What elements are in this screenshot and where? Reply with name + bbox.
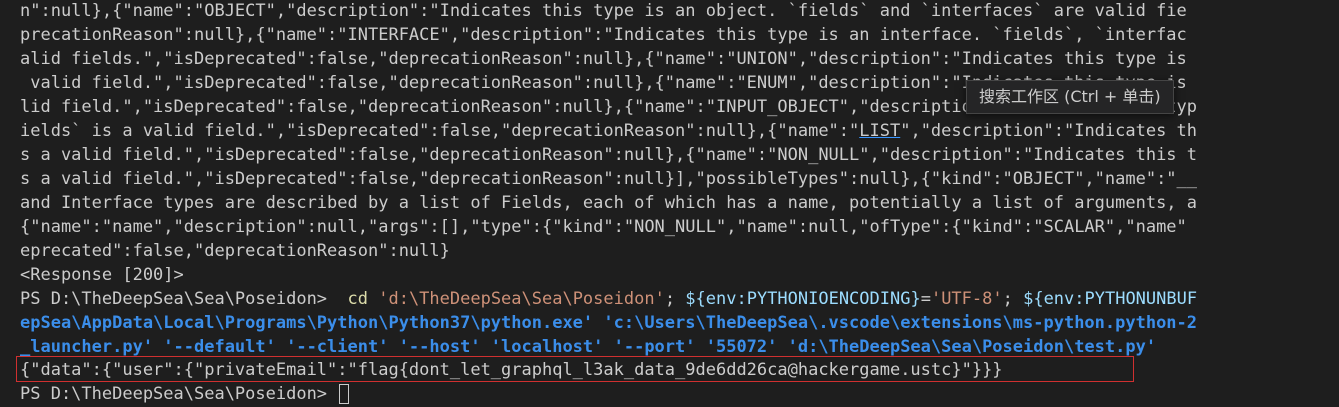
output-line: precationReason":null},{"name":"INTERFAC…	[20, 25, 1187, 45]
separator: ;	[664, 289, 686, 309]
output-line: s a valid field.","isDeprecated":false,"…	[20, 169, 1198, 189]
command-line: PS D:\TheDeepSea\Sea\Poseidon> cd 'd:\Th…	[20, 287, 1197, 311]
command-name: cd	[347, 289, 368, 309]
hovered-link-text[interactable]: LIST	[859, 121, 900, 141]
output-line: s a valid field.","isDeprecated":false,"…	[20, 145, 1198, 165]
path-argument: 'd:\TheDeepSea\Sea\Poseidon'	[368, 289, 665, 309]
terminal-panel[interactable]: n":null},{"name":"OBJECT","description":…	[0, 0, 1339, 407]
env-value: 'UTF-8'	[930, 289, 1003, 309]
output-line: ields` is a valid field.","isDeprecated"…	[20, 119, 1197, 143]
ps-prompt: PS D:\TheDeepSea\Sea\Poseidon>	[20, 289, 348, 309]
separator: ;	[1002, 289, 1024, 309]
search-workspace-tooltip: 搜索工作区 (Ctrl + 单击)	[966, 80, 1174, 114]
output-line: alid fields.","isDeprecated":false,"depr…	[20, 49, 1187, 69]
prompt-line[interactable]: PS D:\TheDeepSea\Sea\Poseidon>	[20, 382, 350, 406]
output-line-text: ields` is a valid field.","isDeprecated"…	[20, 121, 1198, 141]
output-line: eprecated":false,"deprecationReason":nul…	[20, 241, 450, 261]
response-status-line: <Response [200]>	[20, 265, 184, 285]
env-variable: ${env:PYTHONUNBUF	[1023, 289, 1198, 309]
graphql-result-line: {"data":{"user":{"privateEmail":"flag{do…	[20, 360, 1003, 380]
output-line: n":null},{"name":"OBJECT","description":…	[20, 1, 1187, 21]
env-variable: ${env:PYTHONIOENCODING}	[685, 289, 921, 309]
command-line-wrapped: _launcher.py' '--default' '--client' '--…	[20, 337, 1157, 357]
ps-prompt: PS D:\TheDeepSea\Sea\Poseidon>	[20, 384, 338, 404]
output-line: {"name":"name","description":null,"args"…	[20, 217, 1187, 237]
command-line-wrapped: epSea\AppData\Local\Programs\Python\Pyth…	[20, 313, 1198, 333]
assign-operator: =	[920, 289, 931, 309]
output-line: and Interface types are described by a l…	[20, 193, 1198, 213]
terminal-cursor[interactable]	[339, 384, 350, 404]
